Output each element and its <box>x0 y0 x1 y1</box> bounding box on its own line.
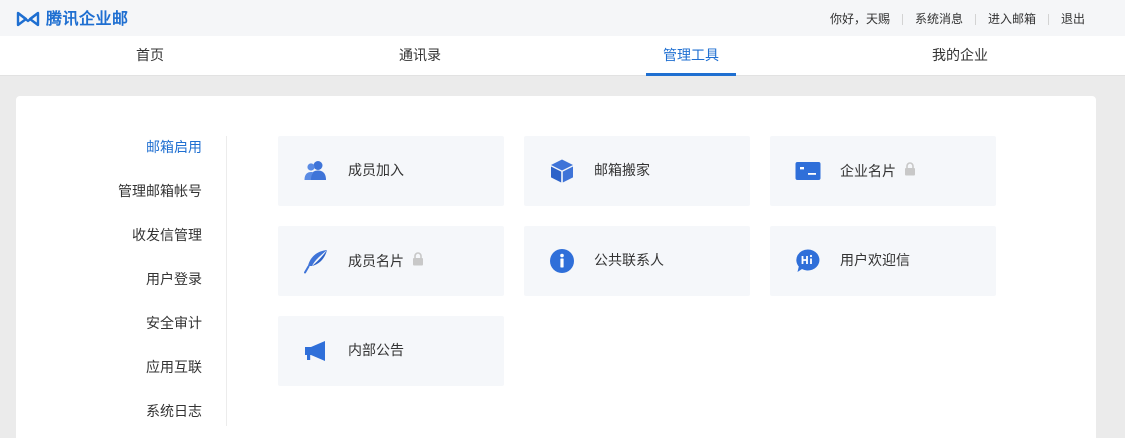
sidebar-item-app-integration[interactable]: 应用互联 <box>146 358 202 378</box>
megaphone-icon <box>302 338 330 364</box>
lock-icon <box>412 252 424 271</box>
tool-welcome-letter[interactable]: 用户欢迎信 <box>770 226 996 296</box>
members-icon <box>302 158 330 184</box>
sidebar-item-security-audit[interactable]: 安全审计 <box>146 314 202 334</box>
tool-label-text: 公共联系人 <box>594 253 664 269</box>
tool-label-text: 内部公告 <box>348 343 404 359</box>
tool-label: 公共联系人 <box>594 252 664 270</box>
enter-mailbox-link[interactable]: 进入邮箱 <box>988 10 1036 28</box>
brand-logo[interactable]: 腾讯企业邮 <box>15 8 129 30</box>
tab-label: 我的企业 <box>932 48 988 64</box>
brand-name: 腾讯企业邮 <box>46 9 129 28</box>
top-header: 腾讯企业邮 你好，天赐 系统消息 进入邮箱 退出 <box>0 0 1125 36</box>
main-nav: 首页 通讯录 管理工具 我的企业 <box>0 36 1125 76</box>
tool-member-join[interactable]: 成员加入 <box>278 136 504 206</box>
tool-label: 内部公告 <box>348 342 404 360</box>
sidebar-item-user-login[interactable]: 用户登录 <box>146 270 202 290</box>
tool-label: 成员加入 <box>348 162 404 180</box>
brand-logo-icon <box>16 11 40 27</box>
tool-label-text: 邮箱搬家 <box>594 163 650 179</box>
sidebar-item-mailbox-enable[interactable]: 邮箱启用 <box>146 138 202 158</box>
tool-public-contacts[interactable]: 公共联系人 <box>524 226 750 296</box>
tool-label-text: 成员名片 <box>348 253 404 270</box>
feather-icon <box>302 248 330 274</box>
tool-label: 成员名片 <box>348 252 424 271</box>
tool-label-text: 用户欢迎信 <box>840 253 910 269</box>
system-messages-link[interactable]: 系统消息 <box>915 10 963 28</box>
tab-label: 首页 <box>136 48 164 64</box>
tool-enterprise-card[interactable]: 企业名片 <box>770 136 996 206</box>
sidebar-item-mail-management[interactable]: 收发信管理 <box>132 226 202 246</box>
sidebar-divider <box>226 136 227 426</box>
sidebar-item-system-log[interactable]: 系统日志 <box>146 402 202 422</box>
divider <box>901 13 903 25</box>
user-greeting: 你好，天赐 <box>829 12 890 26</box>
tool-label: 用户欢迎信 <box>840 252 910 270</box>
divider <box>1047 13 1049 25</box>
tool-label-text: 成员加入 <box>348 163 404 179</box>
tab-label: 管理工具 <box>663 48 719 64</box>
sidebar-item-manage-accounts[interactable]: 管理邮箱帐号 <box>118 182 202 202</box>
tool-label: 邮箱搬家 <box>594 162 650 180</box>
tool-label: 企业名片 <box>840 162 916 181</box>
header-links: 你好，天赐 系统消息 进入邮箱 退出 <box>830 10 1085 28</box>
tool-member-card[interactable]: 成员名片 <box>278 226 504 296</box>
card-icon <box>794 158 822 184</box>
active-tab-indicator <box>646 73 736 76</box>
lock-icon <box>904 162 916 181</box>
tab-home[interactable]: 首页 <box>105 36 195 76</box>
box-icon <box>548 158 576 184</box>
tool-label-text: 企业名片 <box>840 163 896 180</box>
tab-my-enterprise[interactable]: 我的企业 <box>915 36 1005 76</box>
hi-bubble-icon <box>794 248 822 274</box>
logout-link[interactable]: 退出 <box>1061 10 1085 28</box>
tab-admin-tools[interactable]: 管理工具 <box>646 36 736 76</box>
divider <box>974 13 976 25</box>
tool-internal-announcement[interactable]: 内部公告 <box>278 316 504 386</box>
info-icon <box>548 248 576 274</box>
tab-contacts[interactable]: 通讯录 <box>375 36 465 76</box>
tool-mailbox-migration[interactable]: 邮箱搬家 <box>524 136 750 206</box>
tab-label: 通讯录 <box>399 48 441 64</box>
